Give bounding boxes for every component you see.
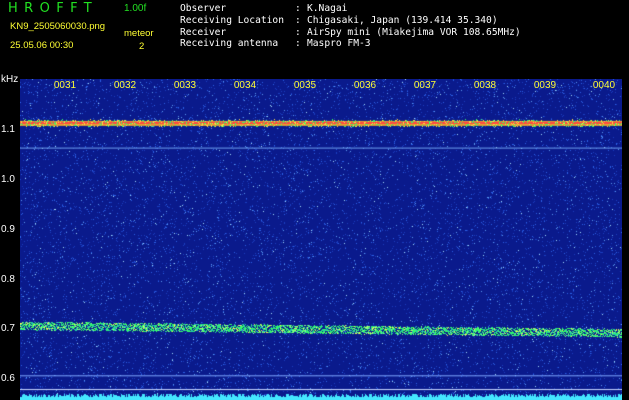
info-value: Chigasaki, Japan (139.414 35.340) [307, 14, 498, 26]
time-label: 0038 [473, 80, 497, 91]
y-tick-label: 0.9 [1, 224, 15, 235]
meteor-count-label: meteor [124, 28, 154, 39]
time-label: 0037 [413, 80, 437, 91]
y-tick-label: 0.6 [1, 373, 15, 384]
info-separator: : [295, 26, 301, 38]
observation-info: Observer: K.Nagai Receiving Location: Chig… [180, 3, 521, 50]
observation-datetime: 25.05.06 00:30 [10, 40, 74, 51]
app-title: HROFFT [8, 1, 99, 16]
info-row-antenna: Receiving antenna: Maspro FM-3 [180, 38, 521, 50]
info-row-location: Receiving Location: Chigasaki, Japan (139… [180, 15, 521, 27]
time-label: 0032 [113, 80, 137, 91]
time-label: 0036 [353, 80, 377, 91]
info-separator: : [295, 3, 301, 14]
info-value: K.Nagai [307, 3, 348, 14]
y-tick-label: 0.7 [1, 323, 15, 334]
time-label: 0031 [53, 80, 77, 91]
time-label: 0035 [293, 80, 317, 91]
spectrogram-plot [20, 79, 622, 400]
info-row-receiver: Receiver: AirSpy mini (Miakejima VOR 108.… [180, 27, 521, 39]
y-axis-unit: kHz [1, 74, 19, 85]
info-label: Receiving antenna [180, 38, 279, 50]
info-value: Maspro FM-3 [307, 38, 371, 50]
app-version: 1.00f [124, 3, 147, 14]
meteor-count-value: 2 [139, 41, 145, 52]
info-label: Receiving Location [180, 14, 284, 26]
info-label: Receiver [180, 26, 227, 38]
time-label: 0040 [592, 80, 616, 91]
info-value: AirSpy mini (Miakejima VOR 108.65MHz) [307, 26, 521, 38]
file-name: KN9_2505060030.png [10, 21, 106, 32]
spectrogram-canvas [20, 79, 622, 400]
time-label: 0034 [233, 80, 257, 91]
y-tick-label: 1.0 [1, 174, 15, 185]
info-separator: : [295, 14, 301, 26]
time-label: 0033 [173, 80, 197, 91]
y-tick-label: 0.8 [1, 274, 15, 285]
time-label: 0039 [533, 80, 557, 91]
info-label: Observer [180, 3, 227, 14]
info-separator: : [295, 38, 301, 50]
y-tick-label: 1.1 [1, 124, 15, 135]
info-row-observer: Observer: K.Nagai [180, 3, 521, 15]
